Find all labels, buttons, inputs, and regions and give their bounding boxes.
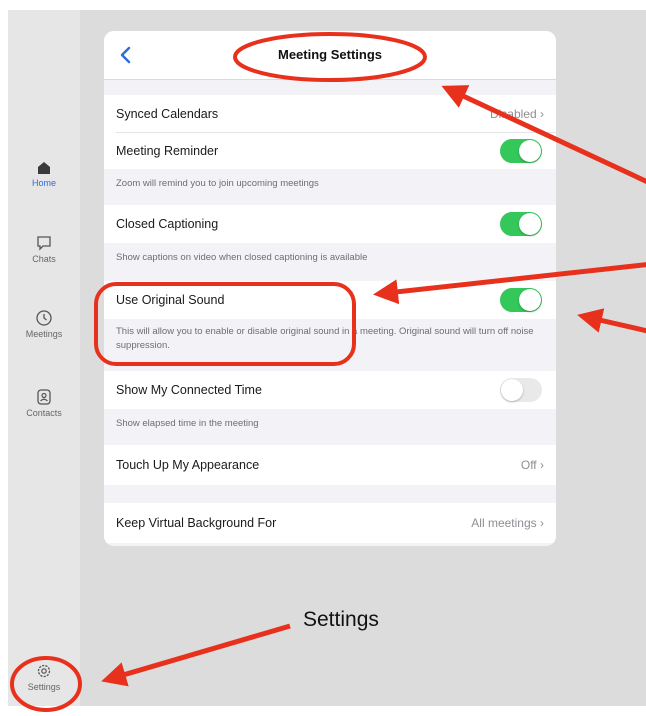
original-sound-highlight-box — [94, 282, 356, 366]
annotation-overlay — [10, 32, 646, 712]
arrow-to-original-sound — [373, 262, 646, 305]
arrow-to-title — [441, 85, 646, 184]
title-highlight-ellipse — [233, 32, 427, 82]
arrow-to-settings — [101, 623, 291, 687]
settings-highlight-ellipse — [10, 656, 82, 712]
arrow-to-toggle — [577, 308, 646, 334]
